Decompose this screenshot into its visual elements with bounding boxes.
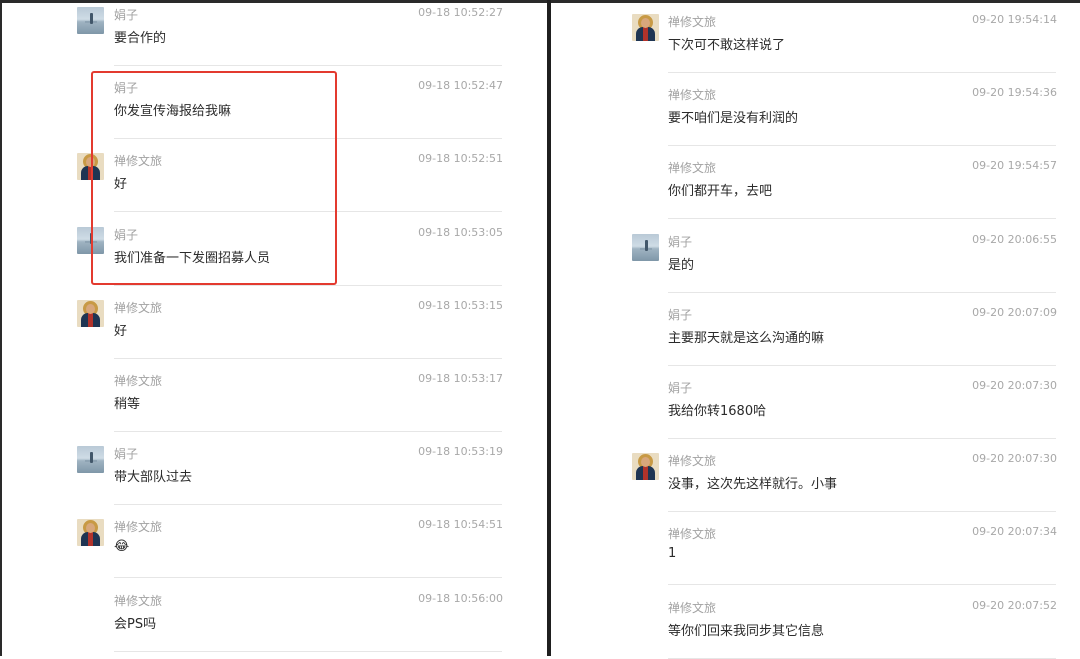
sender-name: 娟子 bbox=[114, 447, 139, 461]
message-timestamp: 09-18 10:56:00 bbox=[418, 592, 503, 605]
message-timestamp: 09-20 19:54:14 bbox=[972, 13, 1057, 26]
message-timestamp: 09-18 10:53:17 bbox=[418, 372, 503, 385]
message-text: 要不咱们是没有利润的 bbox=[668, 111, 799, 126]
message-row: 禅修文旅 09-20 19:54:36 要不咱们是没有利润的 bbox=[551, 73, 1080, 146]
message-timestamp: 09-20 20:06:55 bbox=[972, 233, 1057, 246]
message-text: 没事，这次先这样就行。小事 bbox=[668, 477, 838, 492]
message-timestamp: 09-20 20:07:09 bbox=[972, 306, 1057, 319]
message-row: 娟子 09-18 10:52:27 要合作的 bbox=[2, 0, 547, 66]
message-timestamp: 09-20 20:07:34 bbox=[972, 525, 1057, 538]
sender-name: 娟子 bbox=[114, 8, 139, 22]
message-text: 我给你转1680哈 bbox=[668, 404, 767, 419]
message-timestamp: 09-18 10:53:15 bbox=[418, 299, 503, 312]
message-text: 主要那天就是这么沟通的嘛 bbox=[668, 331, 825, 346]
sender-name: 禅修文旅 bbox=[668, 454, 717, 468]
sender-name: 禅修文旅 bbox=[668, 161, 717, 175]
sender-name: 禅修文旅 bbox=[114, 301, 163, 315]
message-timestamp: 09-20 19:54:57 bbox=[972, 159, 1057, 172]
message-row: 娟子 09-18 10:53:19 带大部队过去 bbox=[2, 432, 547, 505]
sender-name: 禅修文旅 bbox=[668, 601, 717, 615]
message-text: 稍等 bbox=[114, 397, 141, 412]
message-row: 禅修文旅 09-18 10:53:17 稍等 bbox=[2, 359, 547, 432]
message-row: 禅修文旅 09-18 10:56:00 会PS吗 bbox=[2, 579, 547, 652]
message-row: 娟子 09-20 20:07:30 我给你转1680哈 bbox=[551, 366, 1080, 439]
message-text: 等你们回来我同步其它信息 bbox=[668, 624, 825, 639]
highlight-annotation-box bbox=[91, 71, 337, 285]
sender-name: 禅修文旅 bbox=[668, 527, 717, 541]
message-timestamp: 09-20 20:07:30 bbox=[972, 452, 1057, 465]
message-row: 禅修文旅 09-18 10:54:51 😂 bbox=[2, 505, 547, 578]
message-timestamp: 09-18 10:53:19 bbox=[418, 445, 503, 458]
message-row: 禅修文旅 09-20 19:54:57 你们都开车，去吧 bbox=[551, 146, 1080, 219]
message-timestamp: 09-18 10:53:05 bbox=[418, 226, 503, 239]
chat-panel-right: 禅修文旅 09-20 19:54:14 下次可不敢这样说了 禅修文旅 09-20 19:… bbox=[551, 0, 1080, 659]
message-separator bbox=[114, 651, 502, 652]
message-row: 禅修文旅 09-20 19:54:14 下次可不敢这样说了 bbox=[551, 0, 1080, 73]
avatar-sea-photo[interactable] bbox=[77, 7, 104, 34]
message-row: 娟子 09-20 20:07:09 主要那天就是这么沟通的嘛 bbox=[551, 293, 1080, 366]
avatar-buddhist-icon[interactable] bbox=[632, 14, 659, 41]
message-row: 禅修文旅 09-18 10:53:15 好 bbox=[2, 286, 547, 359]
sender-name: 娟子 bbox=[668, 381, 693, 395]
avatar-buddhist-icon[interactable] bbox=[632, 453, 659, 480]
avatar-sea-photo[interactable] bbox=[77, 446, 104, 473]
message-timestamp: 09-20 20:07:30 bbox=[972, 379, 1057, 392]
avatar-sea-photo[interactable] bbox=[632, 234, 659, 261]
message-separator bbox=[114, 577, 502, 578]
message-text: 好 bbox=[114, 324, 128, 339]
message-text: 是的 bbox=[668, 258, 695, 273]
message-row: 禅修文旅 09-20 20:07:52 等你们回来我同步其它信息 bbox=[551, 586, 1080, 659]
message-text: 要合作的 bbox=[114, 31, 167, 46]
avatar-buddhist-icon[interactable] bbox=[77, 519, 104, 546]
sender-name: 禅修文旅 bbox=[668, 88, 717, 102]
message-row: 禅修文旅 09-20 20:07:30 没事，这次先这样就行。小事 bbox=[551, 439, 1080, 512]
sender-name: 娟子 bbox=[668, 235, 693, 249]
sender-name: 禅修文旅 bbox=[114, 594, 163, 608]
message-timestamp: 09-18 10:52:51 bbox=[418, 152, 503, 165]
message-row: 娟子 09-20 20:06:55 是的 bbox=[551, 220, 1080, 293]
message-text: 下次可不敢这样说了 bbox=[668, 38, 786, 53]
sender-name: 禅修文旅 bbox=[114, 520, 163, 534]
message-timestamp: 09-18 10:52:47 bbox=[418, 79, 503, 92]
message-timestamp: 09-18 10:52:27 bbox=[418, 6, 503, 19]
message-text: 你们都开车，去吧 bbox=[668, 184, 773, 199]
sender-name: 禅修文旅 bbox=[114, 374, 163, 388]
message-separator bbox=[668, 218, 1056, 219]
message-text: 会PS吗 bbox=[114, 617, 157, 632]
sender-name: 娟子 bbox=[668, 308, 693, 322]
message-timestamp: 09-20 20:07:52 bbox=[972, 599, 1057, 612]
message-timestamp: 09-18 10:54:51 bbox=[418, 518, 503, 531]
message-text: 😂 bbox=[114, 539, 130, 554]
message-row: 禅修文旅 09-20 20:07:34 1 bbox=[551, 512, 1080, 585]
sender-name: 禅修文旅 bbox=[668, 15, 717, 29]
message-text: 带大部队过去 bbox=[114, 470, 193, 485]
avatar-buddhist-icon[interactable] bbox=[77, 300, 104, 327]
message-text: 1 bbox=[668, 546, 677, 561]
message-timestamp: 09-20 19:54:36 bbox=[972, 86, 1057, 99]
message-separator bbox=[668, 584, 1056, 585]
